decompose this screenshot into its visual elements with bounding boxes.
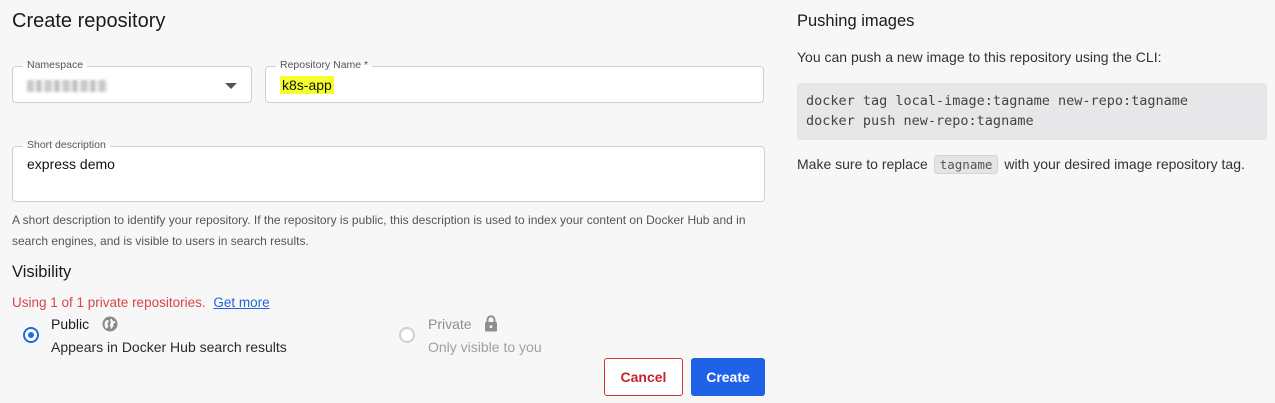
public-description: Appears in Docker Hub search results — [51, 339, 287, 355]
public-radio[interactable] — [23, 327, 39, 343]
chevron-down-icon[interactable] — [225, 83, 237, 89]
cancel-button[interactable]: Cancel — [604, 358, 683, 396]
lock-icon — [484, 315, 498, 337]
short-description-value[interactable]: express demo — [27, 156, 115, 172]
description-help-text: A short description to identify your rep… — [12, 213, 746, 248]
note-inline-code: tagname — [933, 155, 999, 174]
private-description: Only visible to you — [428, 339, 542, 355]
namespace-select[interactable]: Namespace — [12, 59, 252, 103]
quota-text: Using 1 of 1 private repositories. — [12, 295, 206, 310]
repository-name-field[interactable]: Repository Name * k8s-app — [265, 59, 764, 103]
create-button[interactable]: Create — [691, 358, 765, 396]
private-radio[interactable] — [399, 327, 415, 343]
short-description-field[interactable]: Short description express demo — [12, 139, 765, 202]
code-line-tag: docker tag local-image:tagname new-repo:… — [806, 93, 1189, 109]
note-after: with your desired image repository tag. — [1004, 156, 1245, 172]
globe-icon — [102, 316, 118, 337]
get-more-link[interactable]: Get more — [213, 295, 269, 310]
public-label[interactable]: Public — [51, 316, 89, 332]
cli-code-block: docker tag local-image:tagname new-repo:… — [797, 83, 1267, 140]
repository-name-label: Repository Name * — [276, 59, 373, 71]
namespace-label: Namespace — [23, 59, 88, 71]
replace-tag-note: Make sure to replace tagname with your des… — [797, 154, 1257, 175]
note-before: Make sure to replace — [797, 156, 928, 172]
pushing-images-intro: You can push a new image to this reposit… — [797, 49, 1162, 65]
pushing-images-heading: Pushing images — [797, 12, 915, 30]
private-quota-notice: Using 1 of 1 private repositories. Get m… — [12, 295, 270, 310]
repository-name-value[interactable]: k8s-app — [280, 76, 334, 94]
page-title: Create repository — [12, 10, 166, 32]
namespace-value-redacted — [27, 80, 107, 92]
code-line-push: docker push new-repo:tagname — [806, 113, 1034, 129]
private-label[interactable]: Private — [428, 316, 472, 332]
short-description-label: Short description — [23, 139, 110, 151]
visibility-heading: Visibility — [12, 263, 72, 281]
